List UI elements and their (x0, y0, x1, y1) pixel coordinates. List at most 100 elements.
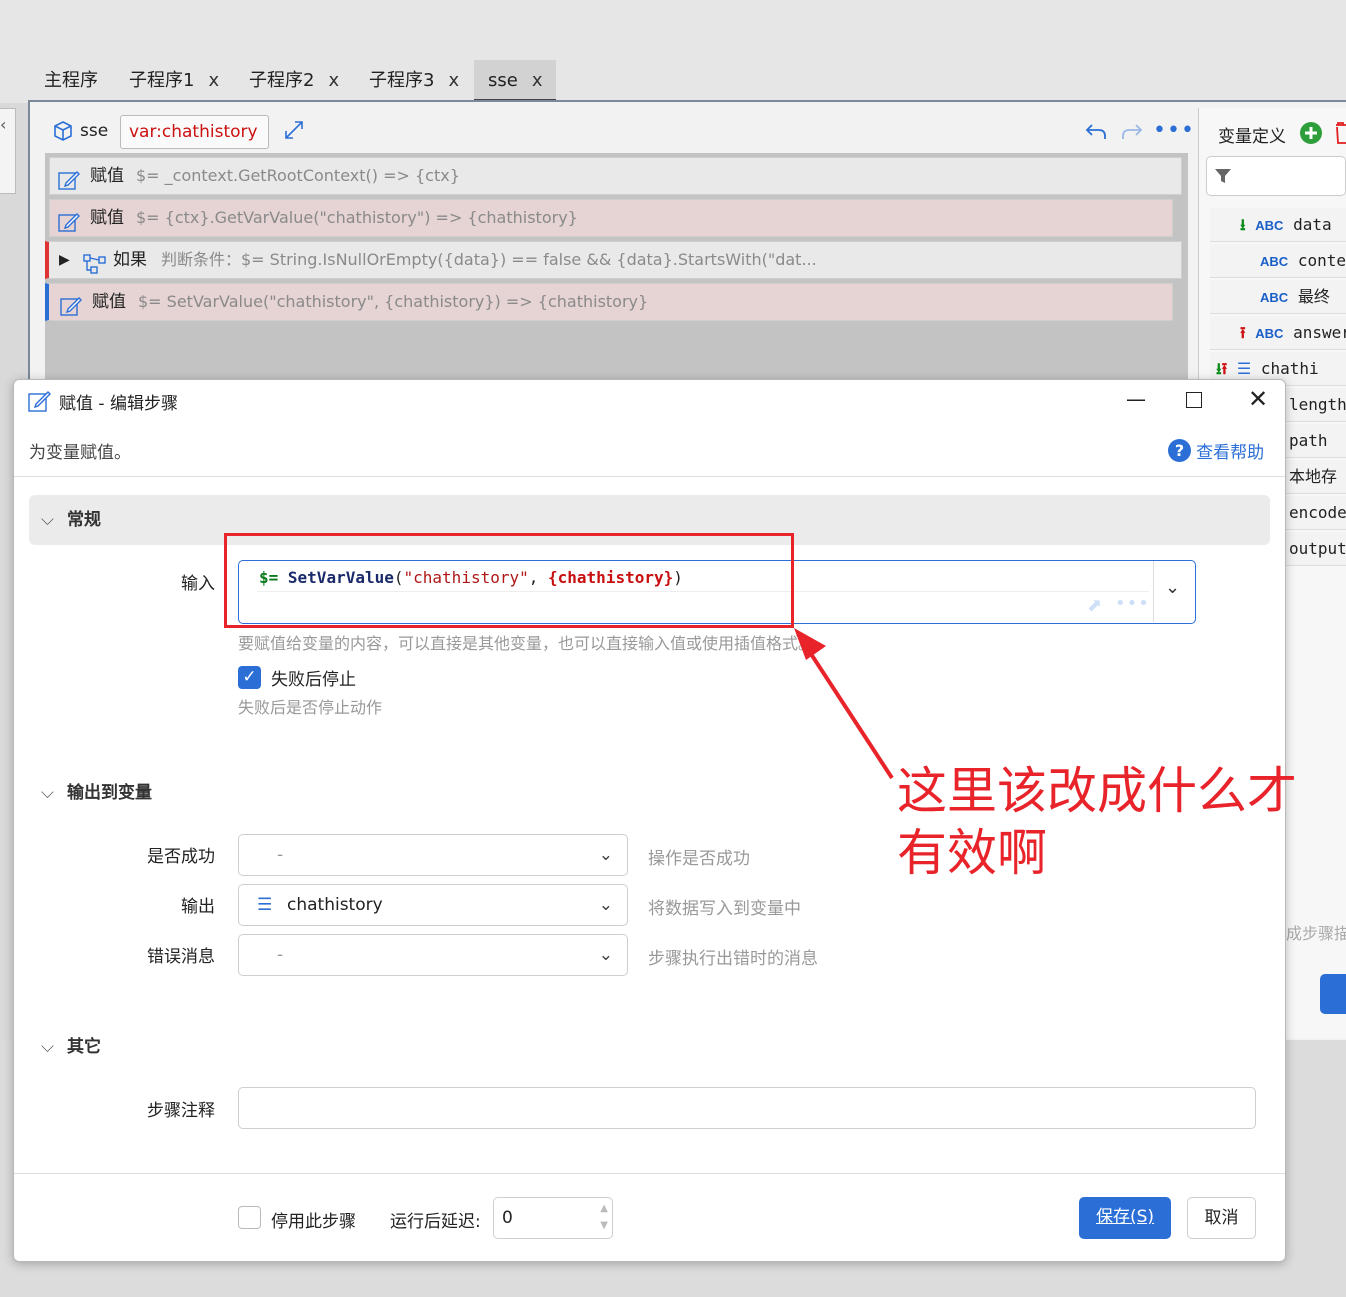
step-expr: $= _context.GetRootContext() => {ctx} (136, 166, 460, 185)
expand-triangle-icon[interactable]: ▶ (59, 242, 70, 278)
error-hint: 步骤执行出错时的消息 (648, 949, 818, 969)
variable-item[interactable]: ⭳ ABC data (1210, 208, 1346, 242)
success-label: 是否成功 (147, 847, 215, 867)
section-title: 常规 (67, 510, 101, 530)
maximize-icon[interactable] (1186, 392, 1202, 408)
select-value: - (277, 845, 284, 865)
tab-sse[interactable]: sse x (474, 60, 556, 102)
tab-label: 子程序1 (129, 70, 195, 91)
tab-close-icon[interactable]: x (208, 70, 219, 91)
success-select[interactable]: - ⌄ (238, 834, 628, 876)
delete-icon[interactable] (1333, 121, 1346, 149)
close-icon[interactable]: ✕ (1248, 385, 1268, 413)
select-value: - (277, 945, 284, 965)
panel-action-button[interactable] (1320, 974, 1346, 1014)
string-type-icon: ABC (1255, 218, 1284, 233)
save-button[interactable]: 保存(S) (1079, 1197, 1171, 1239)
tab-close-icon[interactable]: x (328, 70, 339, 91)
tab-sub2[interactable]: 子程序2 x (235, 60, 353, 102)
divider (14, 1173, 1285, 1174)
chevron-down-icon: ⌄ (598, 845, 613, 865)
tab-sub3[interactable]: 子程序3 x (355, 60, 473, 102)
step-row[interactable]: 赋值 $= _context.GetRootContext() => {ctx} (49, 157, 1182, 195)
cancel-button[interactable]: 取消 (1187, 1197, 1256, 1239)
string-type-icon: ABC (1260, 290, 1289, 305)
variable-name: chathi (1260, 359, 1319, 378)
help-link[interactable]: ? 查看帮助 (1168, 438, 1264, 463)
delay-input[interactable]: 0 ▲ ▼ (493, 1197, 613, 1239)
output-arrow-icon: ⭱ (1221, 359, 1228, 378)
annotation-arrow (794, 628, 894, 780)
variable-name: conter (1297, 251, 1346, 270)
list-icon: ☰ (1236, 359, 1252, 378)
string-type-icon: ABC (1255, 326, 1284, 341)
variable-item[interactable]: ABC conter (1210, 244, 1346, 278)
step-type: 如果 (113, 250, 147, 270)
output-select[interactable]: ☰ chathistory ⌄ (238, 884, 628, 926)
variable-name: path (1289, 431, 1328, 450)
variable-name: 本地存 (1289, 467, 1338, 486)
chevron-down-icon[interactable]: ⌄ (1165, 577, 1180, 598)
step-expr: $= {ctx}.GetVarValue("chathistory") => {… (136, 208, 578, 227)
help-icon: ? (1168, 439, 1191, 462)
variable-panel-title: 变量定义 (1218, 127, 1286, 147)
chevron-left-icon: ‹ (0, 115, 7, 134)
chevron-down-icon: ⌵ (41, 1037, 54, 1057)
chevron-down-icon: ⌄ (598, 945, 613, 965)
stop-on-fail-label: 失败后停止 (271, 670, 356, 690)
string-type-icon: ABC (1260, 254, 1289, 269)
tab-close-icon[interactable]: x (448, 70, 459, 91)
note-label: 步骤注释 (147, 1101, 215, 1121)
variable-name: length (1289, 395, 1346, 414)
section-title: 其它 (67, 1037, 101, 1057)
step-type: 赋值 (90, 208, 124, 228)
more-icon[interactable]: ••• (1153, 118, 1195, 143)
chevron-down-icon: ⌄ (598, 895, 613, 915)
variable-item[interactable]: ABC 最终 (1210, 280, 1346, 314)
minimize-icon[interactable]: — (1126, 387, 1146, 411)
tab-label: 主程序 (44, 70, 98, 91)
step-row-if[interactable]: ▶ 如果 判断条件：$= String.IsNullOrEmpty({data}… (45, 241, 1182, 279)
variable-item[interactable]: length (1286, 388, 1346, 422)
section-title: 输出到变量 (67, 783, 152, 803)
cube-icon (52, 120, 74, 146)
variable-name: output (1289, 539, 1346, 558)
tab-sub1[interactable]: 子程序1 x (115, 60, 233, 102)
step-row[interactable]: 赋值 $= {ctx}.GetVarValue("chathistory") =… (49, 199, 1173, 237)
tab-main[interactable]: 主程序 (30, 60, 112, 102)
error-label: 错误消息 (147, 947, 215, 967)
more-icon[interactable]: ••• (1115, 593, 1150, 614)
divider (14, 476, 1285, 477)
dialog-title: 赋值 - 编辑步骤 (59, 394, 178, 414)
select-value: chathistory (287, 895, 383, 915)
variable-item[interactable]: 本地存 (1286, 460, 1346, 494)
error-select[interactable]: - ⌄ (238, 934, 628, 976)
disable-step-checkbox[interactable] (238, 1206, 261, 1229)
section-other-header[interactable]: ⌵ 其它 (29, 1022, 1270, 1072)
redo-icon[interactable] (1120, 120, 1144, 148)
annotation-text: 这里该改成什么才 有效啊 (897, 760, 1297, 884)
step-row-selected[interactable]: 赋值 $= SetVarValue("chathistory", {chathi… (45, 283, 1173, 321)
edit-icon (60, 293, 82, 329)
stop-on-fail-checkbox[interactable]: ✓ (238, 666, 261, 689)
variable-item[interactable]: ⭱ ABC answer (1210, 316, 1346, 350)
open-editor-icon[interactable]: ⬈ (1087, 595, 1102, 616)
stepper-icon[interactable]: ▲ ▼ (600, 1200, 608, 1234)
delay-value: 0 (502, 1208, 513, 1228)
expand-icon[interactable] (283, 119, 305, 145)
variable-item[interactable]: path (1286, 424, 1346, 458)
collapse-panel-handle[interactable]: ‹ (0, 108, 16, 194)
branch-icon (83, 251, 107, 287)
program-name: sse (80, 121, 109, 141)
edit-icon (28, 390, 52, 416)
dialog-description: 为变量赋值。 (29, 443, 131, 463)
variable-filter[interactable] (1206, 156, 1346, 196)
variable-item[interactable]: output (1286, 532, 1346, 566)
note-input[interactable] (238, 1087, 1256, 1129)
variable-item[interactable]: encode (1286, 496, 1346, 530)
var-selector[interactable]: var:chathistory (120, 115, 269, 149)
tab-label: sse (488, 70, 518, 91)
undo-icon[interactable] (1084, 120, 1108, 148)
add-variable-icon[interactable] (1299, 121, 1323, 149)
tab-close-icon[interactable]: x (532, 70, 543, 91)
